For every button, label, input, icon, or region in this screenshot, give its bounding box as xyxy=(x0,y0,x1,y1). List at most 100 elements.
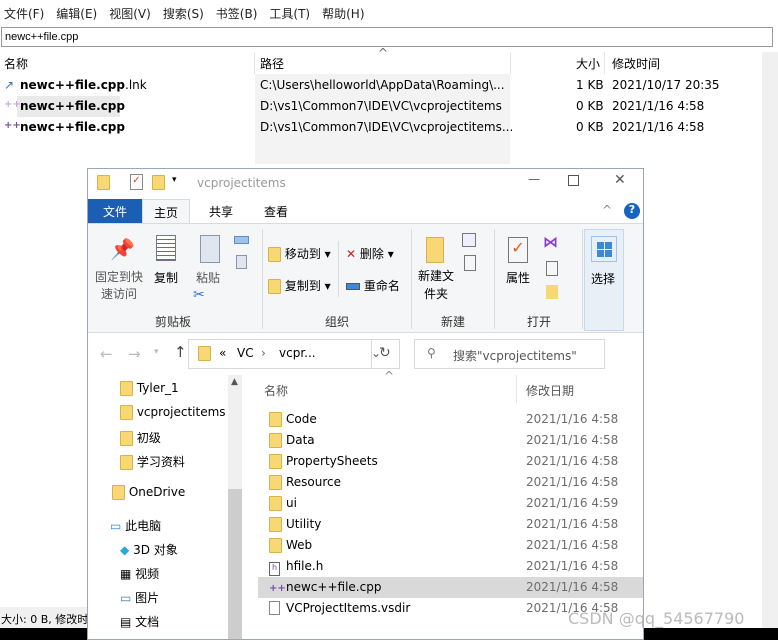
col-size[interactable]: 大小 xyxy=(576,55,600,72)
file-row[interactable]: h hfile.h 2021/1/16 4:58 xyxy=(88,556,643,577)
pin-icon: 📌 xyxy=(110,237,135,261)
easy-access-icon[interactable] xyxy=(464,255,476,271)
result-row[interactable]: ++ newc++file.cpp D:\vs1\Common7\IDE\VC\… xyxy=(0,96,762,117)
menu-search[interactable]: 搜索(S) xyxy=(163,5,204,22)
folder-icon xyxy=(269,412,282,427)
back-button[interactable]: ← xyxy=(100,345,113,363)
tab-view[interactable]: 查看 xyxy=(246,199,306,223)
file-row[interactable]: Utility 2021/1/16 4:58 xyxy=(88,514,643,535)
folder-icon xyxy=(269,496,282,511)
file-row[interactable]: ui 2021/1/16 4:59 xyxy=(88,493,643,514)
delete-button[interactable]: ✕ 删除 ▾ xyxy=(346,245,394,262)
refresh-icon[interactable]: ↻ xyxy=(379,345,391,361)
file-date: 2021/1/16 4:58 xyxy=(526,580,619,594)
delete-label: 删除 xyxy=(359,247,384,261)
result-name: newc++file.cpp xyxy=(20,120,125,134)
result-size: 1 KB xyxy=(576,78,604,92)
result-path: D:\vs1\Common7\IDE\VC\vcprojectitems xyxy=(260,99,502,113)
visual-studio-icon[interactable]: ⋈ xyxy=(543,233,558,251)
rename-label: 重命名 xyxy=(363,279,400,293)
sort-arrow-icon: ^ xyxy=(384,369,395,383)
address-bar[interactable]: « VC › vcpr... ⌄ ↻ xyxy=(188,339,400,369)
copy-path-icon[interactable] xyxy=(234,236,249,244)
scrollbar[interactable] xyxy=(762,52,778,628)
results-header: 名称 ^ 路径 大小 修改时间 xyxy=(0,46,763,74)
tab-file[interactable]: 文件 xyxy=(88,199,142,223)
col-modified[interactable]: 修改时间 xyxy=(612,55,660,72)
properties-button[interactable]: 属性 xyxy=(506,269,530,286)
move-to-button[interactable]: 移动到 ▾ xyxy=(268,245,331,262)
result-name: newc++file.cpp xyxy=(20,78,125,92)
rename-button[interactable]: 重命名 xyxy=(346,277,400,294)
window-title: vcprojectitems xyxy=(197,176,286,190)
file-row[interactable]: VCProjectItems.vsdir 2021/1/16 4:58 xyxy=(88,598,643,619)
col-date-header[interactable]: 修改日期 xyxy=(526,382,574,399)
file-date: 2021/1/16 4:58 xyxy=(526,454,619,468)
folder-search-box[interactable]: ⚲ 搜索"vcprojectitems" xyxy=(414,339,605,369)
file-date: 2021/1/16 4:58 xyxy=(526,433,619,447)
file-row[interactable]: ++ newc++file.cpp 2021/1/16 4:58 xyxy=(258,577,643,598)
paste-shortcut-icon[interactable] xyxy=(236,255,247,269)
search-input[interactable] xyxy=(1,27,773,47)
maximize-button[interactable] xyxy=(568,175,579,186)
menu-view[interactable]: 视图(V) xyxy=(109,5,151,22)
file-icon xyxy=(269,601,280,618)
tab-share[interactable]: 共享 xyxy=(194,199,248,223)
new-folder-qa-icon[interactable] xyxy=(152,175,165,190)
file-date: 2021/1/16 4:58 xyxy=(526,475,619,489)
cut-icon[interactable]: ✂ xyxy=(193,287,205,303)
menu-edit[interactable]: 编辑(E) xyxy=(56,5,97,22)
col-path[interactable]: 路径 xyxy=(260,55,284,72)
file-row[interactable]: Code 2021/1/16 4:58 xyxy=(88,409,643,430)
result-ext: .lnk xyxy=(125,78,147,92)
paste-button[interactable]: 粘贴 xyxy=(196,269,220,286)
select-button[interactable]: 选择 xyxy=(584,229,624,331)
customize-qa-icon[interactable]: ▾ xyxy=(172,175,177,185)
collapse-ribbon-icon[interactable]: ^ xyxy=(602,203,612,217)
up-button[interactable]: ↑ xyxy=(174,343,187,361)
title-bar[interactable]: ✓ ▾ vcprojectitems — ✕ xyxy=(88,169,643,199)
result-row[interactable]: ++ newc++file.cpp D:\vs1\Common7\IDE\VC\… xyxy=(0,117,762,138)
result-modified: 2021/1/16 4:58 xyxy=(612,99,705,113)
menu-bookmarks[interactable]: 书签(B) xyxy=(216,5,258,22)
menu-tools[interactable]: 工具(T) xyxy=(269,5,310,22)
copy-to-icon xyxy=(268,279,281,294)
crumb-separator[interactable]: › xyxy=(261,346,266,360)
new-folder-button[interactable]: 新建文件夹 xyxy=(418,267,454,303)
crumb-vc[interactable]: VC xyxy=(237,346,254,360)
result-row[interactable]: ↗ newc++file.cpp.lnk C:\Users\helloworld… xyxy=(0,75,762,96)
rename-icon xyxy=(346,283,360,290)
folder-icon xyxy=(269,433,282,448)
nav-item[interactable]: Tyler_1 xyxy=(120,381,179,396)
sort-arrow-icon: ^ xyxy=(378,46,389,60)
history-icon[interactable] xyxy=(546,285,558,299)
result-modified: 2021/1/16 4:58 xyxy=(612,120,705,134)
minimize-button[interactable]: — xyxy=(528,172,540,186)
tab-home[interactable]: 主页 xyxy=(142,199,190,223)
close-button[interactable]: ✕ xyxy=(614,172,626,188)
file-row[interactable]: PropertySheets 2021/1/16 4:58 xyxy=(88,451,643,472)
copy-to-button[interactable]: 复制到 ▾ xyxy=(268,277,331,294)
overflow-chevron[interactable]: « xyxy=(219,346,226,360)
pin-quick-access-button[interactable]: 固定到快速访问 xyxy=(94,269,144,303)
forward-button[interactable]: → xyxy=(128,345,141,363)
col-name-header[interactable]: 名称 xyxy=(264,382,288,399)
help-icon[interactable]: ? xyxy=(624,203,640,219)
menu-file[interactable]: 文件(F) xyxy=(4,5,44,22)
file-row[interactable]: Resource 2021/1/16 4:58 xyxy=(88,472,643,493)
edit-icon[interactable] xyxy=(546,261,558,276)
new-folder-icon xyxy=(426,237,444,263)
file-row[interactable]: Data 2021/1/16 4:58 xyxy=(88,430,643,451)
menu-help[interactable]: 帮助(H) xyxy=(322,5,364,22)
copy-button[interactable]: 复制 xyxy=(154,269,178,286)
file-row[interactable]: Web 2021/1/16 4:58 xyxy=(88,535,643,556)
search-placeholder: 搜索"vcprojectitems" xyxy=(453,349,577,363)
col-name[interactable]: 名称 xyxy=(4,55,28,72)
new-item-icon[interactable] xyxy=(462,233,476,247)
recent-dropdown[interactable]: ▾ xyxy=(154,347,159,357)
copy-to-label: 复制到 xyxy=(284,279,321,293)
result-path: C:\Users\helloworld\AppData\Roaming\... xyxy=(260,78,505,92)
crumb-vcprojectitems[interactable]: vcpr... xyxy=(279,346,316,360)
properties-qa-icon[interactable]: ✓ xyxy=(130,174,143,190)
file-date: 2021/1/16 4:59 xyxy=(526,496,619,510)
